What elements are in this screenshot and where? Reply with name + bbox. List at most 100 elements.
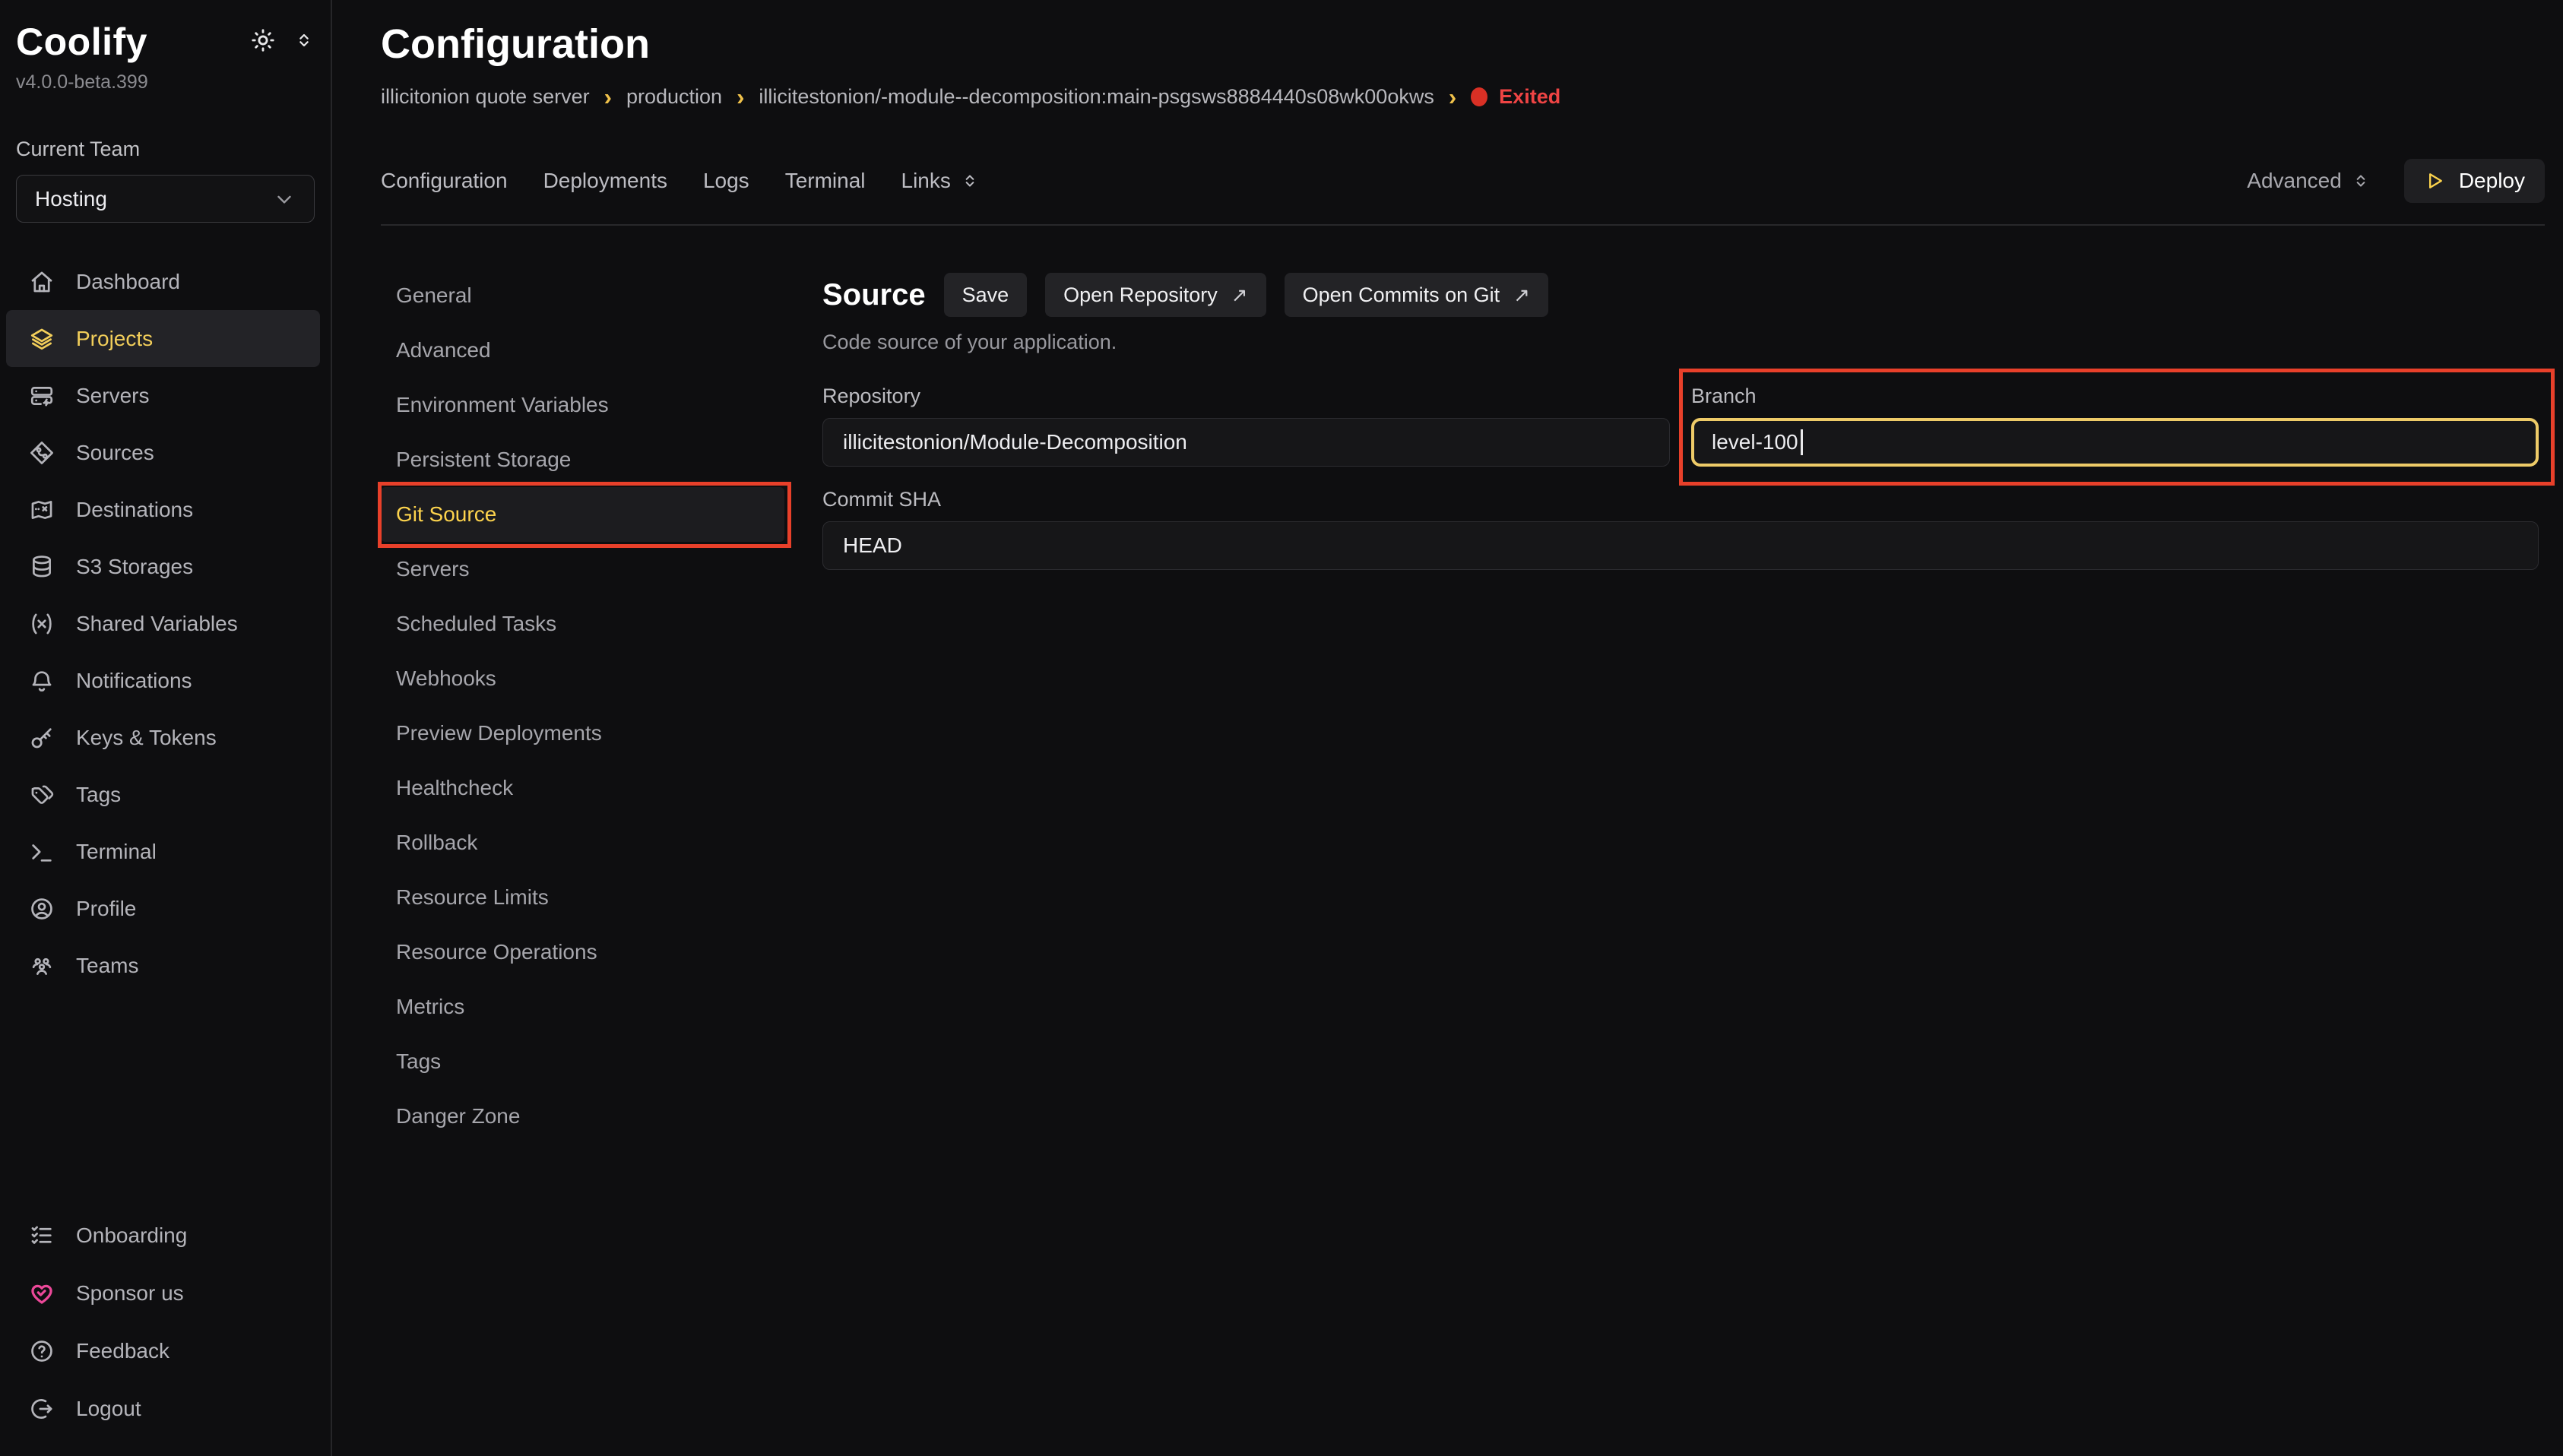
sidebar-item-label: Servers [76, 384, 149, 408]
theme-select-chevrons-icon[interactable] [293, 30, 315, 55]
sidebar-item-feedback[interactable]: Feedback [6, 1322, 320, 1380]
branch-input[interactable]: level-100 [1691, 418, 2539, 467]
sidebar-item-s3-storages[interactable]: S3 Storages [6, 538, 320, 595]
tab-deployments[interactable]: Deployments [543, 169, 667, 193]
sidebar-item-logout[interactable]: Logout [6, 1380, 320, 1438]
sidebar-item-dashboard[interactable]: Dashboard [6, 253, 320, 310]
subnav-environment-variables[interactable]: Environment Variables [381, 378, 784, 432]
advanced-label: Advanced [2247, 169, 2342, 193]
page-title: Configuration [381, 21, 2545, 67]
sidebar-item-projects[interactable]: Projects [6, 310, 320, 367]
configuration-subnav: General Advanced Environment Variables P… [381, 268, 784, 1144]
subnav-git-source-label: Git Source [396, 502, 496, 527]
source-panel: Source Save Open Repository ↗ Open Commi… [822, 268, 2539, 1144]
subnav-rollback[interactable]: Rollback [381, 815, 784, 870]
subnav-danger-zone[interactable]: Danger Zone [381, 1089, 784, 1144]
brand-row: Coolify [16, 20, 315, 64]
tabs-row: Configuration Deployments Logs Terminal … [381, 159, 2545, 226]
theme-sun-icon[interactable] [249, 27, 277, 58]
repository-label: Repository [822, 385, 1670, 408]
sidebar-item-sources[interactable]: Sources [6, 424, 320, 481]
sidebar-item-label: Sources [76, 441, 154, 465]
subnav-metrics[interactable]: Metrics [381, 980, 784, 1034]
sidebar-item-label: Tags [76, 783, 121, 807]
variables-icon [28, 610, 55, 638]
subnav-tags[interactable]: Tags [381, 1034, 784, 1089]
open-repository-button[interactable]: Open Repository ↗ [1045, 273, 1266, 317]
subnav-webhooks[interactable]: Webhooks [381, 651, 784, 706]
tab-links[interactable]: Links [901, 169, 980, 193]
breadcrumb-project[interactable]: illicitonion quote server [381, 85, 590, 109]
deploy-label: Deploy [2459, 169, 2525, 193]
commit-sha-field-group: Commit SHA HEAD [822, 488, 2539, 570]
team-select[interactable]: Hosting [16, 175, 315, 223]
repository-field-group: Repository illicitestonion/Module-Decomp… [822, 385, 1670, 467]
status-dot-icon [1471, 87, 1487, 106]
chevrons-up-down-icon [960, 171, 980, 191]
sidebar-item-shared-variables[interactable]: Shared Variables [6, 595, 320, 652]
sidebar-item-label: Sponsor us [76, 1281, 184, 1306]
brand-logo[interactable]: Coolify [16, 20, 147, 64]
sidebar-item-label: Notifications [76, 669, 192, 693]
configuration-content: General Advanced Environment Variables P… [381, 268, 2545, 1144]
open-commits-label: Open Commits on Git [1303, 283, 1500, 307]
subnav-servers[interactable]: Servers [381, 542, 784, 597]
key-icon [28, 724, 55, 752]
sidebar-item-sponsor-us[interactable]: Sponsor us [6, 1265, 320, 1322]
chevron-right-icon: › [737, 85, 744, 109]
open-commits-button[interactable]: Open Commits on Git ↗ [1285, 273, 1548, 317]
heart-icon [28, 1280, 55, 1307]
source-header: Source Save Open Repository ↗ Open Commi… [822, 273, 2539, 317]
status-text: Exited [1499, 85, 1560, 109]
sidebar-nav: Dashboard Projects Servers Sources Desti… [6, 253, 320, 994]
subnav-advanced[interactable]: Advanced [381, 323, 784, 378]
sidebar-item-destinations[interactable]: Destinations [6, 481, 320, 538]
commit-sha-value: HEAD [843, 533, 902, 558]
commit-sha-input[interactable]: HEAD [822, 521, 2539, 570]
sidebar-item-onboarding[interactable]: Onboarding [6, 1207, 320, 1265]
logout-icon [28, 1395, 55, 1423]
commit-sha-label: Commit SHA [822, 488, 2539, 511]
sidebar-item-notifications[interactable]: Notifications [6, 652, 320, 709]
sidebar-item-teams[interactable]: Teams [6, 937, 320, 994]
subnav-git-source[interactable]: Git Source [381, 487, 784, 542]
team-select-value: Hosting [35, 187, 107, 211]
sidebar-item-profile[interactable]: Profile [6, 880, 320, 937]
layers-icon [28, 325, 55, 353]
breadcrumb-environment[interactable]: production [626, 85, 722, 109]
bell-icon [28, 667, 55, 695]
breadcrumb-application[interactable]: illicitestonion/-module--decomposition:m… [759, 85, 1434, 109]
sidebar-item-servers[interactable]: Servers [6, 367, 320, 424]
source-form: Repository illicitestonion/Module-Decomp… [822, 385, 2539, 570]
advanced-dropdown[interactable]: Advanced [2247, 169, 2371, 193]
sidebar-item-keys-tokens[interactable]: Keys & Tokens [6, 709, 320, 766]
external-link-icon: ↗ [1231, 283, 1248, 307]
breadcrumb: illicitonion quote server › production ›… [381, 85, 2545, 109]
git-branch-icon [28, 439, 55, 467]
text-cursor [1801, 429, 1803, 455]
branch-label: Branch [1691, 385, 2539, 408]
tab-logs[interactable]: Logs [703, 169, 749, 193]
subnav-resource-operations[interactable]: Resource Operations [381, 925, 784, 980]
subnav-scheduled-tasks[interactable]: Scheduled Tasks [381, 597, 784, 651]
tab-terminal[interactable]: Terminal [785, 169, 866, 193]
sidebar-item-tags[interactable]: Tags [6, 766, 320, 823]
checklist-icon [28, 1222, 55, 1249]
repository-input[interactable]: illicitestonion/Module-Decomposition [822, 418, 1670, 467]
deploy-button[interactable]: Deploy [2404, 159, 2545, 203]
tag-icon [28, 781, 55, 809]
header-actions: Advanced Deploy [2247, 159, 2545, 203]
tab-configuration[interactable]: Configuration [381, 169, 508, 193]
tab-links-label: Links [901, 169, 951, 193]
save-button[interactable]: Save [944, 273, 1028, 317]
server-icon [28, 382, 55, 410]
sidebar-item-terminal[interactable]: Terminal [6, 823, 320, 880]
subnav-resource-limits[interactable]: Resource Limits [381, 870, 784, 925]
subnav-preview-deployments[interactable]: Preview Deployments [381, 706, 784, 761]
subnav-persistent-storage[interactable]: Persistent Storage [381, 432, 784, 487]
subnav-general[interactable]: General [381, 268, 784, 323]
external-link-icon: ↗ [1513, 283, 1530, 307]
sidebar-item-label: S3 Storages [76, 555, 193, 579]
repository-value: illicitestonion/Module-Decomposition [843, 430, 1187, 454]
subnav-healthcheck[interactable]: Healthcheck [381, 761, 784, 815]
